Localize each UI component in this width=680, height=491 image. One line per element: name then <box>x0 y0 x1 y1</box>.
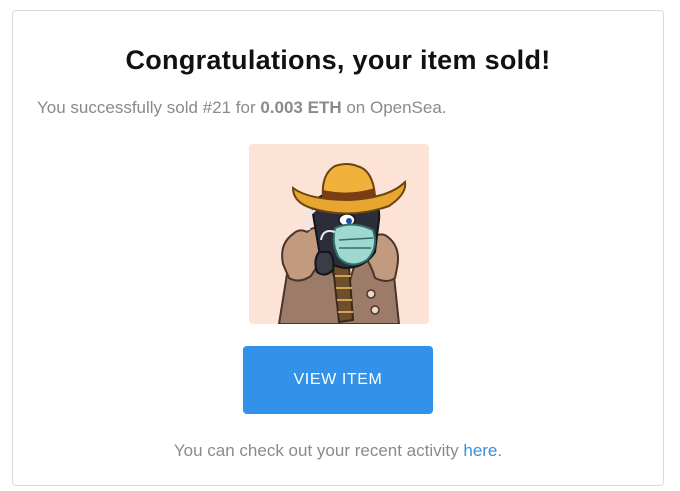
sale-message-prefix: You successfully sold #21 for <box>37 98 261 117</box>
sale-message: You successfully sold #21 for 0.003 ETH … <box>37 98 447 118</box>
nft-item-image[interactable] <box>249 144 429 324</box>
nft-character-cowboy-hat-mask-icon <box>277 163 407 324</box>
sale-notification-card: Congratulations, your item sold! You suc… <box>12 10 664 486</box>
email-title: Congratulations, your item sold! <box>125 45 551 75</box>
view-item-button[interactable]: VIEW ITEM <box>243 346 433 414</box>
footer-text: You can check out your recent activity <box>173 441 464 460</box>
sale-message-suffix: on OpenSea. <box>341 98 447 117</box>
footer-suffix: . <box>497 441 503 460</box>
recent-activity-footer: You can check out your recent activity h… <box>13 441 663 461</box>
recent-activity-link[interactable]: here <box>463 441 497 460</box>
sale-price: 0.003 ETH <box>260 98 342 117</box>
